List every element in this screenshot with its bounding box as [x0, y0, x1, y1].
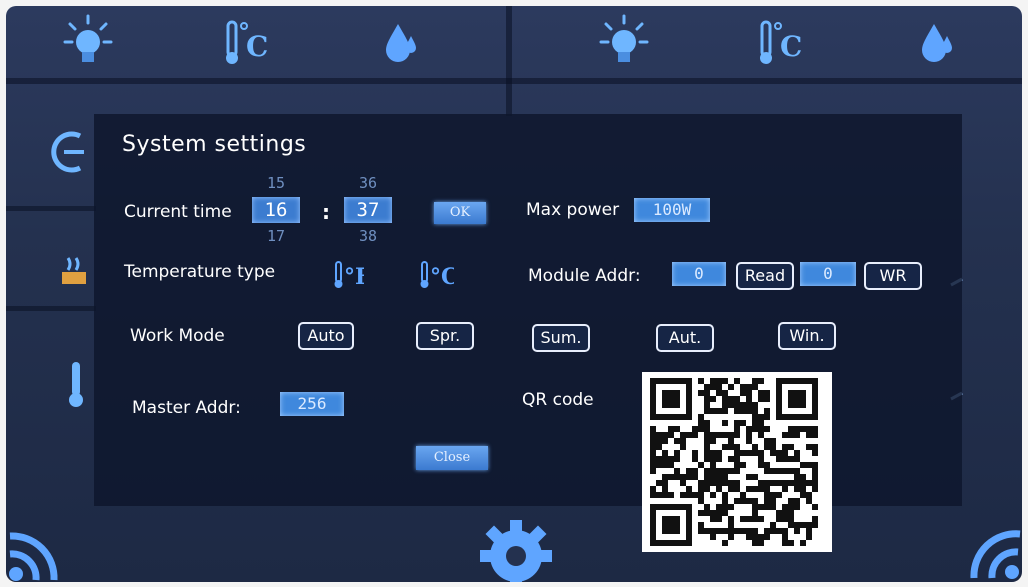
wifi-icon[interactable] [968, 526, 1022, 582]
tile-divider [6, 306, 96, 311]
module-addr-write-field[interactable]: 0 [800, 262, 856, 286]
work-mode-label: Work Mode [130, 326, 225, 346]
module-addr-read-field[interactable]: 0 [672, 262, 726, 286]
minute-spinner[interactable]: 37 [344, 197, 392, 223]
hour-prev-value: 15 [266, 174, 286, 192]
wifi-icon[interactable] [6, 528, 62, 582]
minute-next-value: 38 [358, 227, 378, 245]
settings-gear-icon[interactable] [476, 516, 556, 582]
temperature-type-label: Temperature type [124, 262, 276, 282]
master-addr-field[interactable]: 256 [280, 392, 344, 416]
hour-next-value: 17 [266, 227, 286, 245]
current-time-label: Current time [124, 202, 232, 222]
system-settings-dialog: System settings Current time 15 16 17 : … [94, 114, 962, 552]
qr-code-label: QR code [522, 390, 594, 410]
work-mode-auto-button[interactable]: Auto [298, 322, 354, 350]
thermometer-celsius-icon[interactable]: C [216, 12, 276, 72]
tile-divider [6, 206, 96, 211]
fahrenheit-icon[interactable]: °F [332, 258, 371, 290]
svg-text:°C: °C [430, 264, 454, 290]
minute-prev-value: 36 [358, 174, 378, 192]
heater-icon[interactable] [60, 254, 90, 292]
water-drop-icon[interactable] [904, 12, 964, 72]
thermometer-icon[interactable] [64, 360, 88, 414]
time-ok-button[interactable]: OK [434, 202, 486, 224]
module-addr-label: Module Addr: [528, 266, 641, 286]
tile-divider [6, 78, 1022, 84]
svg-text:C: C [780, 30, 802, 63]
touch-screen: C C System settings Current time 15 16 1… [6, 6, 1022, 582]
celsius-icon[interactable]: °C [418, 258, 459, 290]
svg-text:°F: °F [344, 264, 364, 290]
work-mode-winter-button[interactable]: Win. [778, 322, 836, 350]
qr-code-image [642, 372, 832, 552]
arrow-left-icon[interactable] [50, 130, 90, 178]
time-separator: : [322, 200, 330, 224]
svg-text:C: C [246, 30, 268, 63]
work-mode-spring-button[interactable]: Spr. [416, 322, 474, 350]
close-button[interactable]: Close [416, 446, 488, 470]
lightbulb-icon[interactable] [594, 12, 654, 72]
module-addr-read-button[interactable]: Read [736, 262, 794, 290]
module-addr-write-button[interactable]: WR [864, 262, 922, 290]
hour-spinner[interactable]: 16 [252, 197, 300, 223]
lightbulb-icon[interactable] [58, 12, 118, 72]
dialog-title: System settings [122, 132, 307, 157]
max-power-label: Max power [526, 200, 620, 220]
max-power-field[interactable]: 100W [634, 198, 710, 222]
thermometer-celsius-icon[interactable]: C [750, 12, 810, 72]
work-mode-summer-button[interactable]: Sum. [532, 324, 590, 352]
tile-divider [506, 6, 512, 116]
work-mode-autumn-button[interactable]: Aut. [656, 324, 714, 352]
master-addr-label: Master Addr: [132, 398, 241, 418]
water-drop-icon[interactable] [368, 12, 428, 72]
